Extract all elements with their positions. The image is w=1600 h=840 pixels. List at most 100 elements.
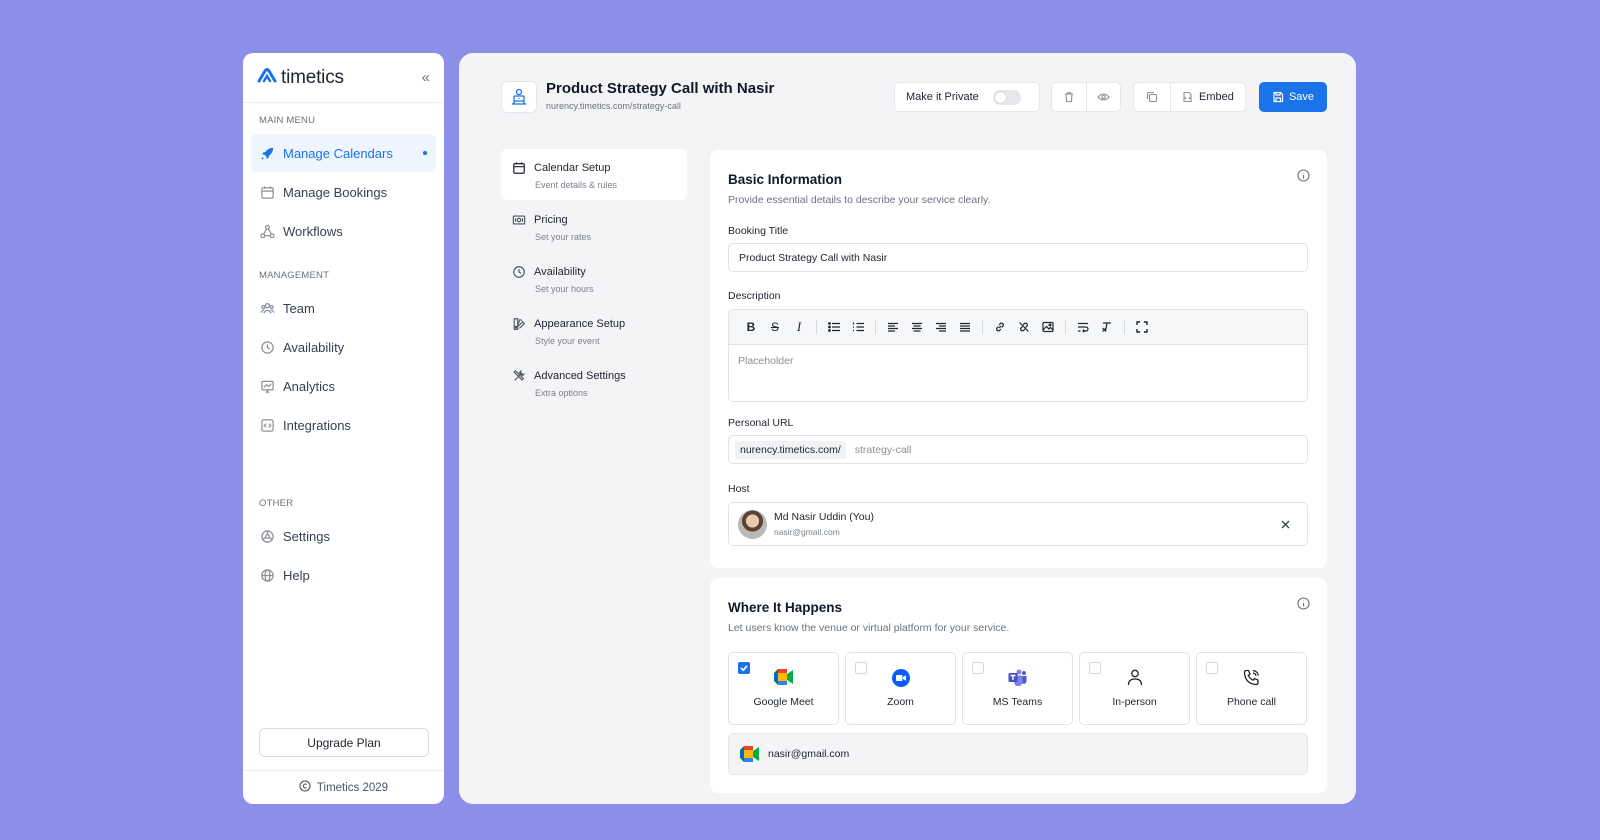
description-placeholder[interactable]: Placeholder — [729, 345, 1307, 377]
strikethrough-button[interactable]: S — [763, 315, 787, 339]
calendar-icon — [261, 185, 274, 199]
step-advanced-settings[interactable]: Advanced Settings Extra options — [501, 357, 687, 408]
tools-icon — [513, 369, 526, 381]
step-calendar-setup[interactable]: Calendar Setup Event details & rules — [501, 149, 687, 200]
personal-url-input[interactable]: nurency.timetics.com/ strategy-call — [728, 435, 1308, 464]
clear-format-button[interactable] — [1095, 315, 1119, 339]
option-zoom[interactable]: Zoom — [845, 652, 956, 725]
toolbar-divider — [875, 320, 876, 334]
sidebar-item-label: Manage Calendars — [283, 145, 393, 161]
action-group — [1051, 82, 1121, 112]
host-info: Md Nasir Uddin (You) nasir@gmail.com — [774, 511, 874, 537]
make-private-toggle[interactable] — [992, 89, 1021, 105]
align-right-button[interactable] — [929, 315, 953, 339]
fullscreen-button[interactable] — [1130, 315, 1154, 339]
sidebar-item-help[interactable]: Help — [251, 556, 436, 594]
team-icon — [260, 302, 275, 314]
preview-button[interactable] — [1085, 83, 1120, 111]
sidebar-footer: Timetics 2029 — [243, 770, 444, 804]
image-button[interactable] — [1036, 315, 1060, 339]
numbered-list-button[interactable] — [846, 315, 870, 339]
option-label: Zoom — [887, 696, 914, 708]
italic-button[interactable]: I — [787, 315, 811, 339]
sidebar: timetics « MAIN MENU Manage Calendars Ma… — [243, 53, 444, 804]
trash-icon — [1064, 92, 1073, 103]
section-other: OTHER — [259, 498, 294, 509]
card-subtitle: Let users know the venue or virtual plat… — [728, 622, 1010, 634]
bold-button[interactable]: B — [739, 315, 763, 339]
step-title: Calendar Setup — [534, 162, 611, 174]
google-meet-account[interactable]: nasir@gmail.com — [728, 733, 1308, 775]
make-private-control[interactable]: Make it Private — [894, 82, 1040, 112]
save-button[interactable]: Save — [1259, 82, 1327, 112]
step-pricing[interactable]: Pricing Set your rates — [501, 201, 687, 252]
unlink-button[interactable] — [1012, 315, 1036, 339]
toolbar-divider — [1065, 320, 1066, 334]
copy-button[interactable] — [1134, 83, 1170, 111]
sidebar-header: timetics « — [243, 53, 444, 103]
sidebar-item-manage-calendars[interactable]: Manage Calendars — [251, 134, 436, 172]
ms-teams-icon — [1008, 669, 1027, 686]
logo[interactable]: timetics — [257, 67, 344, 89]
host-selector[interactable]: Md Nasir Uddin (You) nasir@gmail.com — [728, 502, 1308, 546]
save-label: Save — [1288, 91, 1315, 103]
align-justify-button[interactable] — [953, 315, 977, 339]
step-appearance-setup[interactable]: Appearance Setup Style your event — [501, 305, 687, 356]
sidebar-item-analytics[interactable]: Analytics — [251, 367, 436, 405]
host-label: Host — [728, 483, 750, 495]
embed-icon — [1183, 91, 1192, 103]
sidebar-item-label: Workflows — [283, 223, 343, 239]
url-slug[interactable]: strategy-call — [855, 444, 912, 456]
option-in-person[interactable]: In-person — [1079, 652, 1190, 725]
close-icon[interactable] — [1281, 520, 1290, 529]
section-management: MANAGEMENT — [259, 270, 330, 281]
globe-icon — [261, 568, 274, 582]
align-center-button[interactable] — [905, 315, 929, 339]
page-url[interactable]: nurency.timetics.com/strategy-call — [546, 101, 681, 111]
info-icon[interactable] — [1297, 597, 1310, 610]
embed-label: Embed — [1199, 91, 1234, 103]
delete-button[interactable] — [1052, 83, 1086, 111]
image-icon — [1042, 321, 1054, 333]
calendar-icon — [513, 162, 525, 174]
step-title: Availability — [534, 266, 586, 278]
sidebar-item-availability[interactable]: Availability — [251, 328, 436, 366]
align-left-button[interactable] — [881, 315, 905, 339]
sidebar-item-label: Settings — [283, 528, 330, 544]
step-subtitle: Event details & rules — [535, 180, 618, 190]
bullet-list-button[interactable] — [822, 315, 846, 339]
chevrons-left-icon[interactable]: « — [422, 69, 430, 86]
make-private-text: Make it Private — [906, 91, 979, 103]
link-button[interactable] — [988, 315, 1012, 339]
zoom-icon — [891, 669, 910, 687]
sidebar-item-settings[interactable]: Settings — [251, 517, 436, 555]
sidebar-item-integrations[interactable]: Integrations — [251, 406, 436, 444]
step-availability[interactable]: Availability Set your hours — [501, 253, 687, 304]
booking-title-input[interactable]: Product Strategy Call with Nasir — [728, 243, 1308, 272]
section-main-menu: MAIN MENU — [259, 115, 316, 126]
host-name: Md Nasir Uddin (You) — [774, 511, 874, 523]
sidebar-item-workflows[interactable]: Workflows — [251, 212, 436, 250]
align-right-icon — [936, 322, 946, 332]
option-label: Google Meet — [753, 696, 814, 708]
where-it-happens-card: Where It Happens Let users know the venu… — [710, 578, 1327, 793]
upgrade-plan-button[interactable]: Upgrade Plan — [259, 728, 429, 757]
info-icon[interactable] — [1297, 169, 1310, 182]
embed-button[interactable]: Embed — [1170, 83, 1244, 111]
text-wrap-button[interactable] — [1071, 315, 1095, 339]
card-subtitle: Provide essential details to describe yo… — [728, 194, 991, 206]
avatar — [738, 509, 767, 539]
sidebar-item-team[interactable]: Team — [251, 289, 436, 327]
sidebar-item-label: Integrations — [283, 417, 351, 433]
step-subtitle: Set your hours — [535, 284, 594, 294]
booking-title-label: Booking Title — [728, 225, 789, 237]
phone-icon — [1243, 669, 1259, 686]
settings-icon — [261, 529, 274, 543]
option-google-meet[interactable]: Google Meet — [728, 652, 839, 725]
option-ms-teams[interactable]: MS Teams — [962, 652, 1073, 725]
description-editor[interactable]: B S I Placeholder — [728, 309, 1308, 402]
align-left-icon — [888, 322, 898, 332]
option-phone-call[interactable]: Phone call — [1196, 652, 1307, 725]
share-group: Embed — [1133, 82, 1246, 112]
sidebar-item-manage-bookings[interactable]: Manage Bookings — [251, 173, 436, 211]
